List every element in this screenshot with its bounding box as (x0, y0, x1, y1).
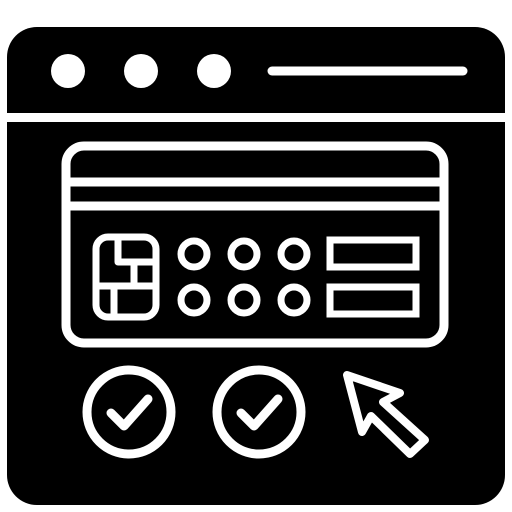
window-dot-icon-3 (197, 54, 231, 88)
window-frame (7, 27, 505, 505)
window-dot-icon-1 (51, 54, 85, 88)
payment-window-svg (7, 27, 505, 505)
window-dot-icon-2 (124, 54, 158, 88)
payment-window-icon (0, 0, 512, 512)
titlebar-divider (7, 113, 505, 122)
